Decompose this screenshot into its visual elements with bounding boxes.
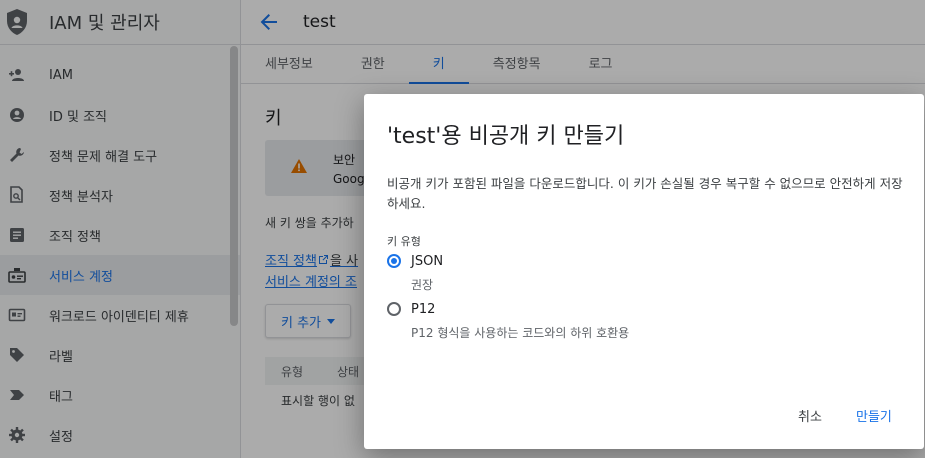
json-label: JSON [411,254,444,269]
json-radio-text: JSON 권장 [411,254,443,293]
p12-radio[interactable] [387,302,401,316]
p12-label: P12 [411,302,436,317]
json-radio[interactable] [387,254,401,268]
radio-option-json[interactable]: JSON 권장 [387,254,443,293]
cancel-button[interactable]: 취소 [798,406,822,425]
p12-compat-note: P12 형식을 사용하는 코드와의 하위 호환용 [411,326,630,340]
dialog-title: 'test'용 비공개 키 만들기 [387,124,625,149]
dialog-description: 비공개 키가 포함된 파일을 다운로드합니다. 이 키가 손실될 경우 복구할 … [387,176,903,211]
key-type-label: 키 유형 [387,235,421,248]
radio-option-p12[interactable]: P12 P12 형식을 사용하는 코드와의 하위 호환용 [387,302,629,341]
create-button[interactable]: 만들기 [856,406,892,425]
p12-radio-text: P12 P12 형식을 사용하는 코드와의 하위 호환용 [411,302,629,341]
create-private-key-dialog: 'test'용 비공개 키 만들기 비공개 키가 포함된 파일을 다운로드합니다… [364,94,924,449]
json-recommended-note: 권장 [411,278,434,292]
